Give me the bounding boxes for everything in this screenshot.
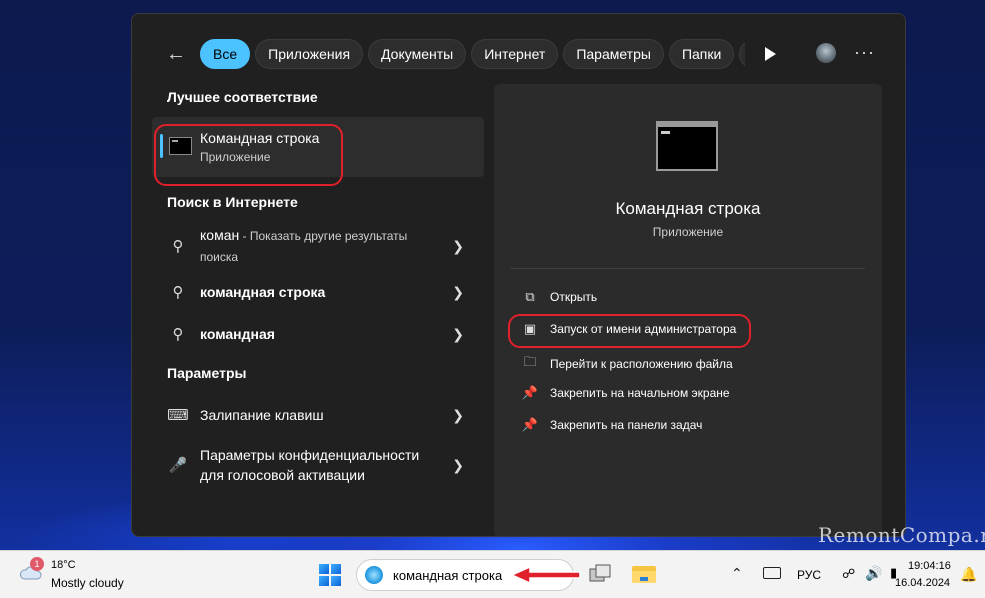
notification-badge: 1 — [30, 557, 44, 571]
volume-icon[interactable]: 🔊 — [865, 565, 882, 582]
preview-app-type: Приложение — [652, 225, 724, 239]
settings-item-line1: Параметры конфиденциальности — [200, 447, 420, 463]
search-icon: ⚲ — [172, 238, 184, 255]
chevron-right-icon: ❯ — [452, 325, 464, 342]
chevron-right-icon: ❯ — [452, 406, 464, 423]
keyboard-icon: ⌨ — [167, 407, 189, 424]
divider — [510, 268, 865, 269]
filter-chips: Все Приложения Документы Интернет Параме… — [200, 39, 745, 69]
chevron-right-icon: ❯ — [452, 456, 464, 473]
microphone-icon: 🎤 — [168, 457, 188, 474]
highlight-ring-run-as-admin — [508, 314, 751, 348]
notification-bell-icon[interactable]: 🔔 — [960, 566, 977, 583]
taskbar-search-text: командная строка — [393, 567, 503, 583]
arrow-left-icon[interactable]: ← — [162, 40, 190, 68]
settings-item[interactable]: 🎤 Параметры конфиденциальности для голос… — [152, 445, 484, 485]
clock-date[interactable]: 16.04.2024 — [895, 577, 950, 589]
red-arrow-annotation — [510, 565, 581, 585]
query-extra: - Показать другие результаты — [239, 229, 408, 243]
windows-start-icon[interactable] — [319, 564, 341, 586]
chip-settings[interactable]: Параметры — [563, 39, 664, 69]
web-result-item[interactable]: ⚲ командная ❯ — [152, 322, 484, 346]
language-indicator[interactable]: РУС — [797, 568, 821, 582]
best-match-heading: Лучшее соответствие — [167, 89, 318, 105]
action-label: Открыть — [550, 290, 598, 304]
web-result-item[interactable]: ⚲ коман - Показать другие результаты пои… — [152, 226, 484, 266]
settings-item[interactable]: ⌨ Залипание клавиш ❯ — [152, 403, 484, 427]
query-text: командная строка — [200, 284, 326, 300]
settings-item-label: Параметры конфиденциальности для голосов… — [200, 445, 419, 485]
open-external-icon: ⧉ — [525, 289, 535, 304]
search-icon — [365, 566, 383, 584]
preview-app-name: Командная строка — [615, 199, 761, 218]
network-icon[interactable]: ☍ — [842, 566, 855, 582]
search-icon: ⚲ — [172, 284, 184, 301]
pin-icon: 📌 — [521, 385, 539, 400]
settings-item-label: Залипание клавиш — [200, 407, 324, 423]
action-pin-to-taskbar[interactable]: 📌 Закрепить на панели задач — [522, 417, 702, 433]
watermark: RemontCompa.ru — [818, 523, 985, 547]
chevron-right-icon: ❯ — [452, 237, 464, 254]
settings-item-line2: для голосовой активации — [200, 467, 365, 483]
avatar[interactable] — [816, 43, 836, 63]
action-label: Перейти к расположению файла — [550, 357, 733, 371]
chip-internet[interactable]: Интернет — [471, 39, 559, 69]
play-icon[interactable] — [762, 46, 778, 62]
weather-condition[interactable]: Mostly cloudy — [51, 576, 124, 590]
chip-documents[interactable]: Документы — [368, 39, 467, 69]
weather-temperature[interactable]: 18°C — [51, 559, 76, 571]
settings-heading: Параметры — [167, 365, 247, 381]
query-text: командная — [200, 326, 275, 342]
chip-all[interactable]: Все — [200, 39, 251, 69]
preview-pane: Командная строка Приложение ⧉ Открыть ▣ … — [494, 84, 882, 536]
action-label: Закрепить на панели задач — [550, 418, 703, 432]
chip-folders[interactable]: Папки — [668, 39, 735, 69]
web-result-text: коман - Показать другие результаты поиск… — [200, 225, 407, 267]
task-view-icon[interactable] — [588, 563, 612, 585]
file-explorer-icon[interactable] — [631, 563, 657, 585]
search-icon: ⚲ — [172, 326, 184, 343]
pin-icon: 📌 — [521, 417, 539, 432]
web-result-text: командная — [200, 324, 275, 344]
action-open[interactable]: ⧉ Открыть — [522, 289, 597, 305]
query-text: коман — [200, 227, 240, 243]
command-prompt-icon — [656, 121, 718, 171]
action-open-file-location[interactable]: 🗀 Перейти к расположению файла — [522, 353, 733, 375]
action-label: Закрепить на начальном экране — [550, 386, 730, 400]
folder-icon: 🗀 — [523, 354, 537, 369]
web-result-text: командная строка — [200, 282, 325, 302]
query-extra-line2: поиска — [200, 250, 239, 264]
highlight-ring-best-match — [154, 124, 343, 186]
clock-time[interactable]: 19:04:16 — [908, 560, 951, 572]
web-result-item[interactable]: ⚲ командная строка ❯ — [152, 280, 484, 304]
action-pin-to-start[interactable]: 📌 Закрепить на начальном экране — [522, 385, 730, 401]
start-search-panel: ← Все Приложения Документы Интернет Пара… — [131, 13, 906, 537]
keyboard-icon[interactable] — [763, 567, 781, 579]
chip-photos[interactable]: Ф — [739, 39, 745, 69]
web-search-heading: Поиск в Интернете — [167, 194, 298, 210]
chip-apps[interactable]: Приложения — [255, 39, 364, 69]
chevron-up-icon[interactable]: ⌃ — [731, 565, 743, 582]
taskbar: 1 18°C Mostly cloudy командная строка ⌃ … — [0, 550, 985, 598]
more-options-icon[interactable]: ··· — [854, 42, 875, 63]
filter-bar: ← Все Приложения Документы Интернет Пара… — [162, 39, 745, 69]
chevron-right-icon: ❯ — [452, 283, 464, 300]
